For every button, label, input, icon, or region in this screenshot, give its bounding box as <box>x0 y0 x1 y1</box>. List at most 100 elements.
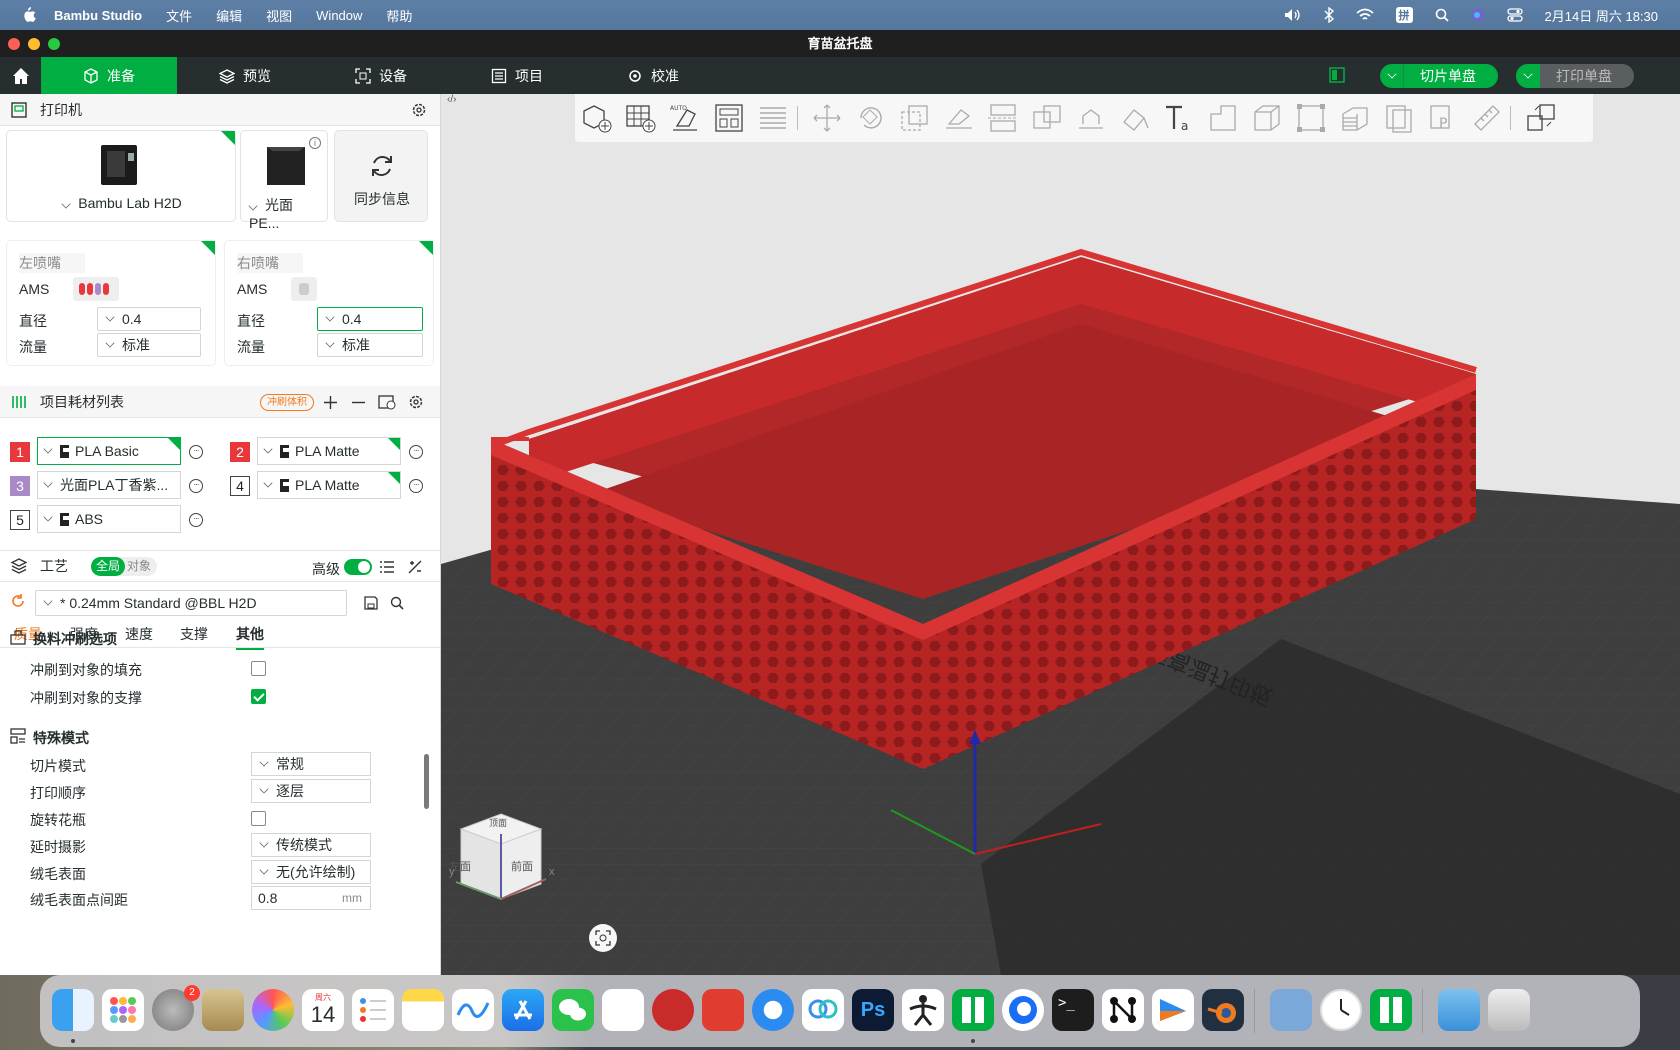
photoshop-icon[interactable]: Ps <box>852 989 894 1031</box>
camera-fit-button[interactable] <box>589 924 617 952</box>
photos-icon[interactable] <box>252 989 294 1031</box>
build-plate-card[interactable]: i 光面 PE... <box>240 130 328 231</box>
left-flow-select[interactable]: 标准 <box>97 333 201 357</box>
settings-scrollbar[interactable] <box>424 754 429 809</box>
downloads-folder-icon[interactable] <box>1438 989 1480 1031</box>
flush-volume-badge[interactable]: 冲刷体积 <box>260 394 314 411</box>
volume-icon[interactable] <box>1284 8 1302 22</box>
clock-icon[interactable] <box>1320 989 1362 1031</box>
advanced-toggle[interactable] <box>344 559 372 575</box>
add-filament-icon[interactable] <box>324 396 337 409</box>
window-minimize-button[interactable] <box>28 38 40 50</box>
launchpad-icon[interactable] <box>102 989 144 1031</box>
home-button[interactable] <box>0 57 41 94</box>
print-sequence-select[interactable]: 逐层 <box>251 779 371 803</box>
calendar-icon[interactable]: 周六 14 <box>302 989 344 1031</box>
filament-select-1[interactable]: PLA Basic <box>37 437 181 465</box>
menu-view[interactable]: 视图 <box>266 6 292 25</box>
bambu-studio-icon[interactable] <box>952 989 994 1031</box>
tab-others[interactable]: 其他 <box>236 624 264 650</box>
notes-icon[interactable] <box>402 989 444 1031</box>
sync-info-button[interactable]: 同步信息 <box>334 130 428 222</box>
filament-select-4[interactable]: PLA Matte <box>257 471 401 499</box>
apple-icon[interactable] <box>20 6 36 24</box>
menu-app-name[interactable]: Bambu Studio <box>54 8 142 23</box>
ams-sync-icon[interactable] <box>378 394 396 410</box>
menubar-clock[interactable]: 2月14日 周六 18:30 <box>1545 6 1658 25</box>
scope-toggle[interactable]: 全局 对象 <box>91 557 157 576</box>
right-ams-indicator[interactable] <box>291 277 317 301</box>
printer-settings-gear-icon[interactable] <box>411 102 427 118</box>
citic-icon[interactable] <box>652 989 694 1031</box>
filament-select-5[interactable]: ABS <box>37 505 181 533</box>
scope-object[interactable]: 对象 <box>127 557 151 576</box>
baidu-netdisk-icon[interactable] <box>802 989 844 1031</box>
filament-select-3[interactable]: 光面PLA丁香紫... <box>37 471 181 499</box>
wifi-icon[interactable] <box>1355 8 1374 22</box>
qq-icon[interactable] <box>1002 989 1044 1031</box>
input-method-indicator[interactable]: 拼 <box>1395 7 1413 23</box>
reset-preset-icon[interactable] <box>11 594 25 608</box>
search-settings-icon[interactable] <box>390 596 404 610</box>
timelapse-select[interactable]: 传统模式 <box>251 833 371 857</box>
left-ams-indicator[interactable] <box>73 277 119 301</box>
tab-prepare[interactable]: 准备 <box>41 57 177 94</box>
filament-2-more-icon[interactable]: ··· <box>409 445 423 459</box>
flush-into-infill-checkbox[interactable] <box>251 661 266 676</box>
tab-project[interactable]: 项目 <box>449 57 585 94</box>
zbrush-icon[interactable] <box>902 989 944 1031</box>
view-cube-front-face[interactable]: 前面 <box>511 858 533 874</box>
siri-icon[interactable] <box>1471 8 1485 22</box>
list-view-icon[interactable] <box>380 560 394 574</box>
3d-viewport[interactable]: ‹/› AUTO a P 光面高温打印板 左面 前面 顶面 x y <box>441 94 1680 975</box>
trash-icon[interactable] <box>1488 989 1530 1031</box>
remove-filament-icon[interactable] <box>352 396 365 409</box>
filament-settings-gear-icon[interactable] <box>408 394 424 410</box>
control-center-icon[interactable] <box>1506 8 1523 22</box>
process-preset-select[interactable]: * 0.24mm Standard @BBL H2D <box>35 590 347 616</box>
left-diameter-select[interactable]: 0.4 <box>97 307 201 331</box>
feishu-icon[interactable] <box>1152 989 1194 1031</box>
freeform-icon[interactable] <box>452 989 494 1031</box>
compare-presets-icon[interactable] <box>408 560 422 574</box>
layout-toggle-icon[interactable] <box>1329 67 1345 83</box>
spiral-vase-checkbox[interactable] <box>251 811 266 826</box>
view-cube-top-face[interactable]: 顶面 <box>489 816 507 829</box>
view-cube[interactable]: 左面 前面 顶面 x y <box>441 804 571 934</box>
menu-edit[interactable]: 编辑 <box>216 6 242 25</box>
bambu-handy-icon[interactable] <box>1270 989 1312 1031</box>
calculator-icon[interactable] <box>202 989 244 1031</box>
tab-calibration[interactable]: 校准 <box>585 57 721 94</box>
plate-info-icon[interactable]: i <box>309 137 321 149</box>
fuzzy-skin-select[interactable]: 无(允许绘制) <box>251 860 371 884</box>
tab-speed[interactable]: 速度 <box>125 624 153 644</box>
slicing-mode-select[interactable]: 常规 <box>251 752 371 776</box>
app-store-icon[interactable] <box>502 989 544 1031</box>
terminal-icon[interactable]: >_ <box>1052 989 1094 1031</box>
bluetooth-icon[interactable] <box>1324 7 1334 23</box>
right-flow-select[interactable]: 标准 <box>317 333 423 357</box>
tab-preview[interactable]: 预览 <box>177 57 313 94</box>
filament-3-more-icon[interactable]: ··· <box>189 479 203 493</box>
tab-support[interactable]: 支撑 <box>180 624 208 644</box>
securities-app-icon[interactable] <box>702 989 744 1031</box>
flush-into-support-checkbox[interactable] <box>251 689 266 704</box>
tab-device[interactable]: 设备 <box>313 57 449 94</box>
menu-file[interactable]: 文件 <box>166 6 192 25</box>
blender-icon[interactable] <box>1202 989 1244 1031</box>
scene-canvas[interactable]: 光面高温打印板 <box>441 94 1680 975</box>
reminders-icon[interactable] <box>352 989 394 1031</box>
finder-icon[interactable] <box>52 989 94 1031</box>
printer-model-card[interactable]: Bambu Lab H2D <box>6 130 236 222</box>
print-dropdown-chevron[interactable] <box>1516 64 1540 88</box>
window-close-button[interactable] <box>8 38 20 50</box>
print-plate-button[interactable]: 打印单盘 <box>1516 64 1634 88</box>
right-diameter-select[interactable]: 0.4 <box>317 307 423 331</box>
save-preset-icon[interactable] <box>364 596 378 610</box>
safari-icon[interactable] <box>752 989 794 1031</box>
scope-global[interactable]: 全局 <box>91 557 125 576</box>
menu-help[interactable]: 帮助 <box>386 6 412 25</box>
wechat-icon[interactable] <box>552 989 594 1031</box>
spotlight-search-icon[interactable] <box>1435 8 1449 22</box>
filament-1-more-icon[interactable]: ··· <box>189 445 203 459</box>
